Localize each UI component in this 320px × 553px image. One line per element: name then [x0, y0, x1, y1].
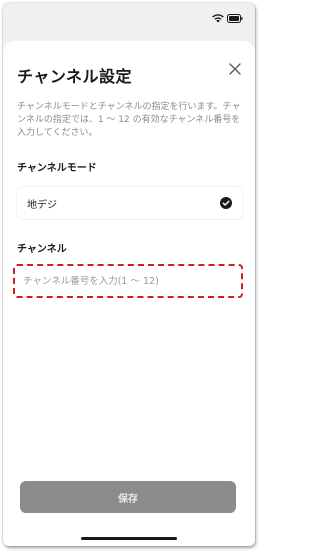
battery-icon: [227, 14, 243, 23]
channel-mode-label: チャンネルモード: [17, 163, 97, 174]
wifi-icon: [212, 14, 224, 23]
dialog-description: チャンネルモードとチャンネルの指定を行います。チャンネルの指定では、1 〜 12…: [17, 102, 241, 138]
save-button[interactable]: 保存: [20, 481, 236, 513]
status-bar: [3, 3, 255, 33]
channel-mode-value: 地デジ: [27, 200, 57, 211]
phone-screen: チャンネル設定 チャンネルモードとチャンネルの指定を行います。チャンネルの指定で…: [3, 3, 255, 546]
channel-number-input[interactable]: [17, 268, 239, 294]
channel-mode-option-terrestrial[interactable]: 地デジ: [17, 187, 243, 219]
channel-settings-sheet: チャンネル設定 チャンネルモードとチャンネルの指定を行います。チャンネルの指定で…: [3, 41, 255, 546]
home-indicator: [81, 537, 177, 540]
close-icon[interactable]: [225, 59, 245, 79]
check-circle-icon: [220, 197, 232, 209]
channel-label: チャンネル: [17, 244, 67, 255]
dialog-title: チャンネル設定: [17, 67, 133, 86]
